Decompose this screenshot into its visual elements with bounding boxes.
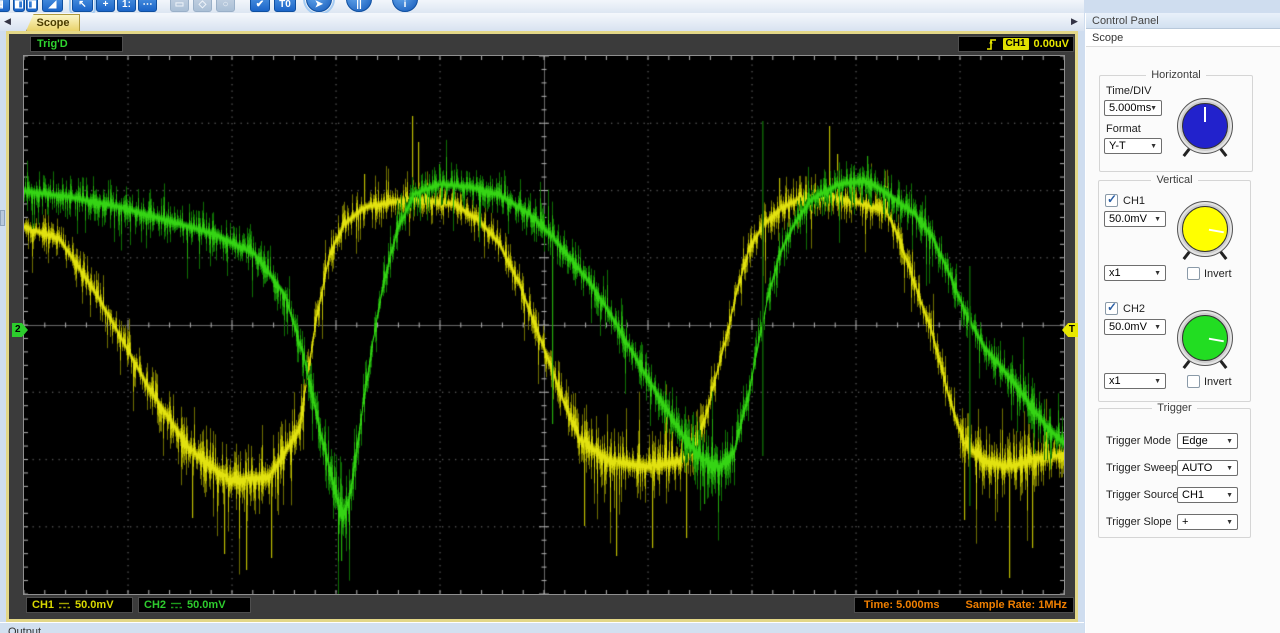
trigger-source-chip: CH1 xyxy=(1003,38,1029,50)
ch1-scale-select[interactable]: 50.0mV▼ xyxy=(1104,211,1166,227)
horizontal-group-title: Horizontal xyxy=(1146,69,1206,81)
rising-edge-icon xyxy=(986,37,998,51)
ch1-checkbox-label: CH1 xyxy=(1123,195,1145,207)
control-panel-title: Control Panel xyxy=(1086,13,1280,29)
control-panel-subtitle: Scope xyxy=(1086,29,1280,47)
format-label: Format xyxy=(1106,123,1141,135)
time-readout: Time: 5.000ms xyxy=(864,599,940,611)
toolbar-icon-more-dots[interactable]: ⋯ xyxy=(138,0,157,12)
toolbar-icon-snapshot: ▭ xyxy=(170,0,189,12)
ch2-probe-select[interactable]: x1▼ xyxy=(1104,373,1166,389)
toolbar-icon-t-zero[interactable]: T0 xyxy=(274,0,296,12)
oscilloscope-app: { "toolbar": { "icons": [ {"name":"windo… xyxy=(0,0,1280,633)
time-div-label: Time/DIV xyxy=(1106,85,1151,97)
ch2-invert-label: Invert xyxy=(1204,376,1232,388)
trigger-row-select-1[interactable]: AUTO▼ xyxy=(1177,460,1238,476)
vertical-group: Vertical ✓ CH1 50.0mV▼ x1▼ Invert ✓ CH2 … xyxy=(1098,180,1251,402)
trigger-row-select-2[interactable]: CH1▼ xyxy=(1177,487,1238,503)
horizontal-group: Horizontal Time/DIV 5.000ms▼ Format Y-T▼ xyxy=(1099,75,1253,172)
ch2-invert-checkbox[interactable] xyxy=(1187,375,1200,388)
ch1-probe-select[interactable]: x1▼ xyxy=(1104,265,1166,281)
ch1-invert-label: Invert xyxy=(1204,268,1232,280)
ch1-invert-checkbox[interactable] xyxy=(1187,267,1200,280)
ch1-status-box: CH1 50.0mV xyxy=(26,597,133,613)
output-panel: Output xyxy=(0,622,1084,633)
trigger-status-text: Trig'D xyxy=(37,38,68,50)
waveform-canvas xyxy=(24,56,1064,594)
toolbar-icon-copy: ◇ xyxy=(193,0,212,12)
control-panel: Control Panel Scope Horizontal Time/DIV … xyxy=(1085,13,1280,633)
trigger-row-select-0[interactable]: Edge▼ xyxy=(1177,433,1238,449)
ch2-enable-checkbox[interactable]: ✓ xyxy=(1105,302,1118,315)
trigger-row-label-0: Trigger Mode xyxy=(1106,435,1171,447)
timebase-status-box: Time: 5.000ms Sample Rate: 1MHz xyxy=(854,597,1074,613)
toolbar-icon-layout-right[interactable]: ◨ xyxy=(26,0,38,12)
toolbar-icon-refresh: ○ xyxy=(216,0,235,12)
toolbar-icon-pause[interactable]: || xyxy=(346,0,372,12)
toolbar-icon-info[interactable]: i xyxy=(392,0,418,12)
toolbar-icon-zoom-wave[interactable]: ◢ xyxy=(42,0,63,12)
trigger-row-label-3: Trigger Slope xyxy=(1106,516,1172,528)
toolbar-icon-measure[interactable]: 1: xyxy=(117,0,136,12)
ch2-scale-value: 50.0mV xyxy=(187,599,226,611)
ch1-label: CH1 xyxy=(32,599,54,611)
trigger-row-label-2: Trigger Source xyxy=(1106,489,1178,501)
toolbar-icon-window-partial[interactable]: ▦ xyxy=(0,0,10,12)
tab-scroll-left-icon[interactable]: ◀ xyxy=(4,16,11,27)
output-panel-title: Output xyxy=(8,626,41,633)
trigger-row-label-1: Trigger Sweep xyxy=(1106,462,1177,474)
horizontal-position-knob[interactable] xyxy=(1177,98,1233,154)
waveform-display xyxy=(23,55,1065,595)
toolbar-icon-cursor[interactable]: ↖ xyxy=(72,0,93,12)
toolbar-icon-start[interactable]: ➤ xyxy=(306,0,332,12)
trigger-group: Trigger Trigger ModeEdge▼Trigger SweepAU… xyxy=(1098,408,1251,538)
ch2-status-box: CH2 50.0mV xyxy=(138,597,251,613)
format-select[interactable]: Y-T▼ xyxy=(1104,138,1162,154)
ch2-dc-coupling-icon xyxy=(170,601,183,610)
tab-scope[interactable]: Scope xyxy=(26,14,80,31)
trigger-group-title: Trigger xyxy=(1152,402,1196,414)
scope-frame: Trig'D CH1 0.00uV CH1 50.0mV CH2 xyxy=(9,34,1075,619)
vertical-group-title: Vertical xyxy=(1151,174,1197,186)
ch1-enable-checkbox[interactable]: ✓ xyxy=(1105,194,1118,207)
toolbar-icon-crosshair[interactable]: + xyxy=(96,0,115,12)
sample-rate-readout: Sample Rate: 1MHz xyxy=(966,599,1067,611)
toolbar-icon-confirm[interactable]: ✔ xyxy=(250,0,270,12)
scope-window: Trig'D CH1 0.00uV CH1 50.0mV CH2 xyxy=(6,31,1078,622)
ch1-dc-coupling-icon xyxy=(58,601,71,610)
trigger-readout-box: CH1 0.00uV xyxy=(958,36,1074,52)
trigger-level-value: 0.00uV xyxy=(1034,38,1069,50)
toolbar: ▦◧◨ ◢ ↖+1:⋯ ▭ ◇ ○ ✔ T0 ➤ || i xyxy=(0,0,1084,13)
tab-bar: ◀ Scope ▶ xyxy=(0,13,1084,31)
ch1-position-knob[interactable] xyxy=(1177,201,1233,257)
tab-scroll-right-icon[interactable]: ▶ xyxy=(1071,16,1078,27)
toolbar-icon-layout-left[interactable]: ◧ xyxy=(13,0,25,12)
time-div-select[interactable]: 5.000ms▼ xyxy=(1104,100,1162,116)
ch2-label: CH2 xyxy=(144,599,166,611)
trigger-status-box: Trig'D xyxy=(30,36,123,52)
ch2-scale-select[interactable]: 50.0mV▼ xyxy=(1104,319,1166,335)
left-edge-handle[interactable] xyxy=(0,210,5,226)
ch2-checkbox-label: CH2 xyxy=(1123,303,1145,315)
ch1-scale-value: 50.0mV xyxy=(75,599,114,611)
ch2-position-knob[interactable] xyxy=(1177,310,1233,366)
trigger-row-select-3[interactable]: +▼ xyxy=(1177,514,1238,530)
